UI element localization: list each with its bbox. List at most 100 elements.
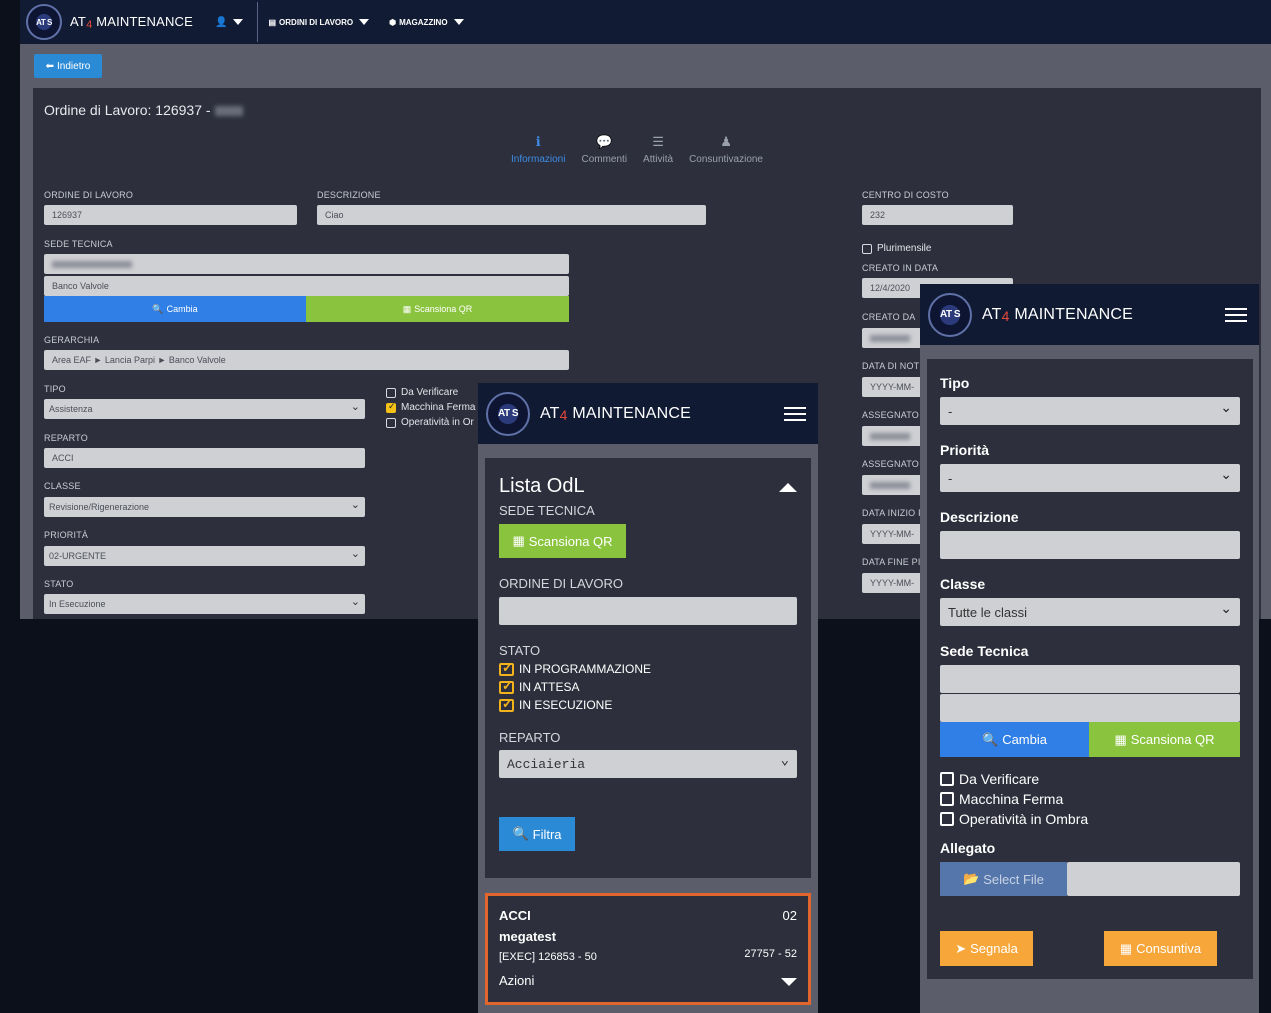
mobile-form-screen: AT S AT4 MAINTENANCE Tipo - Priorità - D…	[920, 284, 1259, 1013]
sede-input-code[interactable]	[940, 665, 1240, 693]
tipo-label: Tipo	[940, 375, 970, 391]
hamburger-menu-icon[interactable]	[784, 406, 806, 421]
allegato-label: Allegato	[940, 840, 996, 856]
info-icon: ℹ	[535, 134, 541, 149]
brand-title: AT4 MAINTENANCE	[70, 13, 194, 31]
priorita-select[interactable]: 02-URGENTE	[44, 546, 365, 566]
nav-warehouse[interactable]: ⬢ MAGAZZINO	[389, 18, 464, 27]
segnala-button[interactable]: ➤ Segnala	[940, 931, 1033, 966]
descrizione-input[interactable]	[940, 531, 1240, 559]
sede-input-name[interactable]	[940, 694, 1240, 722]
reparto-label: REPARTO	[499, 730, 561, 745]
sede-field-code[interactable]	[44, 254, 569, 274]
check-da-verificare[interactable]: Da Verificare	[940, 771, 1039, 787]
sede-label: SEDE TECNICA	[44, 239, 113, 249]
check-plurimensile[interactable]: Plurimensile	[862, 243, 931, 254]
chevron-down-icon	[453, 19, 464, 25]
checkbox-icon	[940, 772, 954, 786]
scan-qr-button[interactable]: ▦ Scansiona QR	[499, 524, 626, 558]
stato-label: STATO	[44, 579, 74, 589]
result-ref: 27757 - 52	[744, 948, 797, 960]
segnalazione-form: Tipo - Priorità - Descrizione Classe Tut…	[927, 359, 1253, 979]
check-in-programmazione[interactable]: IN PROGRAMMAZIONE	[499, 660, 651, 676]
logo-icon: AT S	[928, 292, 972, 337]
checkbox-checked-icon	[499, 660, 514, 676]
stato-select[interactable]: In Esecuzione	[44, 594, 365, 614]
check-operativita[interactable]: Operatività in Or	[386, 417, 474, 428]
sede-label: Sede Tecnica	[940, 643, 1029, 659]
centro-costo-field[interactable]: 232	[862, 205, 1013, 225]
checkbox-checked-icon	[499, 696, 514, 712]
filter-card: Lista OdL SEDE TECNICA ▦ Scansiona QR ORD…	[485, 458, 811, 878]
comment-icon: 💬	[596, 134, 613, 149]
check-operativita[interactable]: Operatività in Ombra	[940, 811, 1088, 827]
tipo-select[interactable]: Assistenza	[44, 399, 365, 419]
qr-icon: ▦	[1114, 731, 1127, 747]
back-button[interactable]: ⬅ Indietro	[34, 54, 102, 78]
tab-attivita[interactable]: ☰ Attività	[643, 134, 673, 165]
reparto-field[interactable]: ACCI	[44, 448, 365, 468]
scan-qr-button[interactable]: ▦ Scansiona QR	[306, 296, 569, 322]
select-file-button[interactable]: 📂 Select File	[940, 862, 1067, 896]
redacted-text	[52, 260, 132, 268]
consuntiva-button[interactable]: ▦ Consuntiva	[1104, 931, 1217, 966]
checkbox-checked-icon	[386, 401, 396, 413]
redacted-text	[870, 432, 910, 440]
classe-select[interactable]: Revisione/Rigenerazione	[44, 497, 365, 517]
brand-title: AT4 MAINTENANCE	[982, 305, 1133, 324]
search-icon: 🔍	[512, 826, 529, 841]
detail-tabs: ℹ Informazioni 💬 Commenti ☰ Attività ♟ Consu…	[511, 134, 763, 165]
ordine-field[interactable]: 126937	[44, 205, 297, 225]
user-icon: 👤	[215, 16, 228, 28]
check-in-esecuzione[interactable]: IN ESECUZIONE	[499, 696, 612, 712]
chevron-down-icon	[359, 19, 370, 25]
result-azioni[interactable]: Azioni	[499, 973, 534, 988]
send-icon: ➤	[955, 940, 967, 956]
cambia-button[interactable]: 🔍 Cambia	[44, 296, 306, 322]
tab-consuntivazione[interactable]: ♟ Consuntivazione	[689, 134, 763, 165]
sede-field-name[interactable]: Banco Valvole	[44, 276, 569, 296]
result-priorita: 02	[782, 908, 797, 923]
sede-label: SEDE TECNICA	[499, 503, 595, 518]
logo-icon: AT S	[26, 4, 62, 40]
creato-data-label: CREATO IN DATA	[862, 263, 939, 273]
reparto-select[interactable]: Acciaieria	[499, 750, 797, 778]
brand-title: AT4 MAINTENANCE	[540, 404, 691, 423]
nav-orders[interactable]: ▤ ORDINI DI LAVORO	[268, 17, 370, 27]
data-notifica-label: DATA DI NOTI	[862, 361, 923, 371]
check-in-attesa[interactable]: IN ATTESA	[499, 678, 579, 694]
filtra-button[interactable]: 🔍 Filtra	[499, 817, 575, 851]
nav-divider	[257, 2, 259, 42]
check-macchina-ferma[interactable]: Macchina Ferma	[386, 401, 475, 413]
qr-icon: ▦	[402, 303, 412, 314]
ordine-label: ORDINE DI LAVORO	[44, 190, 134, 200]
chevron-down-icon	[233, 19, 244, 25]
result-code: [EXEC] 126853 - 50	[499, 951, 597, 963]
ordine-input[interactable]	[499, 597, 797, 625]
hamburger-menu-icon[interactable]	[1225, 307, 1247, 322]
qr-icon: ▦	[512, 533, 525, 548]
priorita-select[interactable]: -	[940, 464, 1240, 492]
classe-select[interactable]: Tutte le classi	[940, 598, 1240, 626]
chevron-down-icon[interactable]	[781, 978, 797, 986]
list-icon: ☰	[652, 134, 664, 149]
list-title: Lista OdL	[499, 475, 585, 497]
checkbox-icon	[862, 243, 872, 254]
document-icon: ▤	[268, 17, 277, 27]
descrizione-field[interactable]: Ciao	[317, 205, 706, 225]
cambia-button[interactable]: 🔍 Cambia	[940, 722, 1089, 757]
tipo-select[interactable]: -	[940, 397, 1240, 425]
search-icon: 🔍	[982, 731, 999, 747]
tab-commenti[interactable]: 💬 Commenti	[581, 134, 627, 165]
desktop-top-nav: AT S AT4 MAINTENANCE 👤 ▤ ORDINI DI LAVORO…	[20, 0, 1271, 44]
check-macchina-ferma[interactable]: Macchina Ferma	[940, 791, 1063, 807]
result-reparto: ACCI	[499, 908, 531, 923]
chevron-up-icon[interactable]	[779, 483, 797, 492]
centro-costo-label: CENTRO DI COSTO	[862, 190, 949, 200]
user-menu[interactable]: 👤	[215, 16, 244, 28]
descrizione-label: Descrizione	[940, 509, 1019, 525]
result-card[interactable]: ACCI 02 megatest [EXEC] 126853 - 50 2775…	[485, 893, 811, 1005]
scan-qr-button[interactable]: ▦ Scansiona QR	[1089, 722, 1240, 757]
tab-informazioni[interactable]: ℹ Informazioni	[511, 134, 565, 165]
check-da-verificare[interactable]: Da Verificare	[386, 387, 458, 398]
